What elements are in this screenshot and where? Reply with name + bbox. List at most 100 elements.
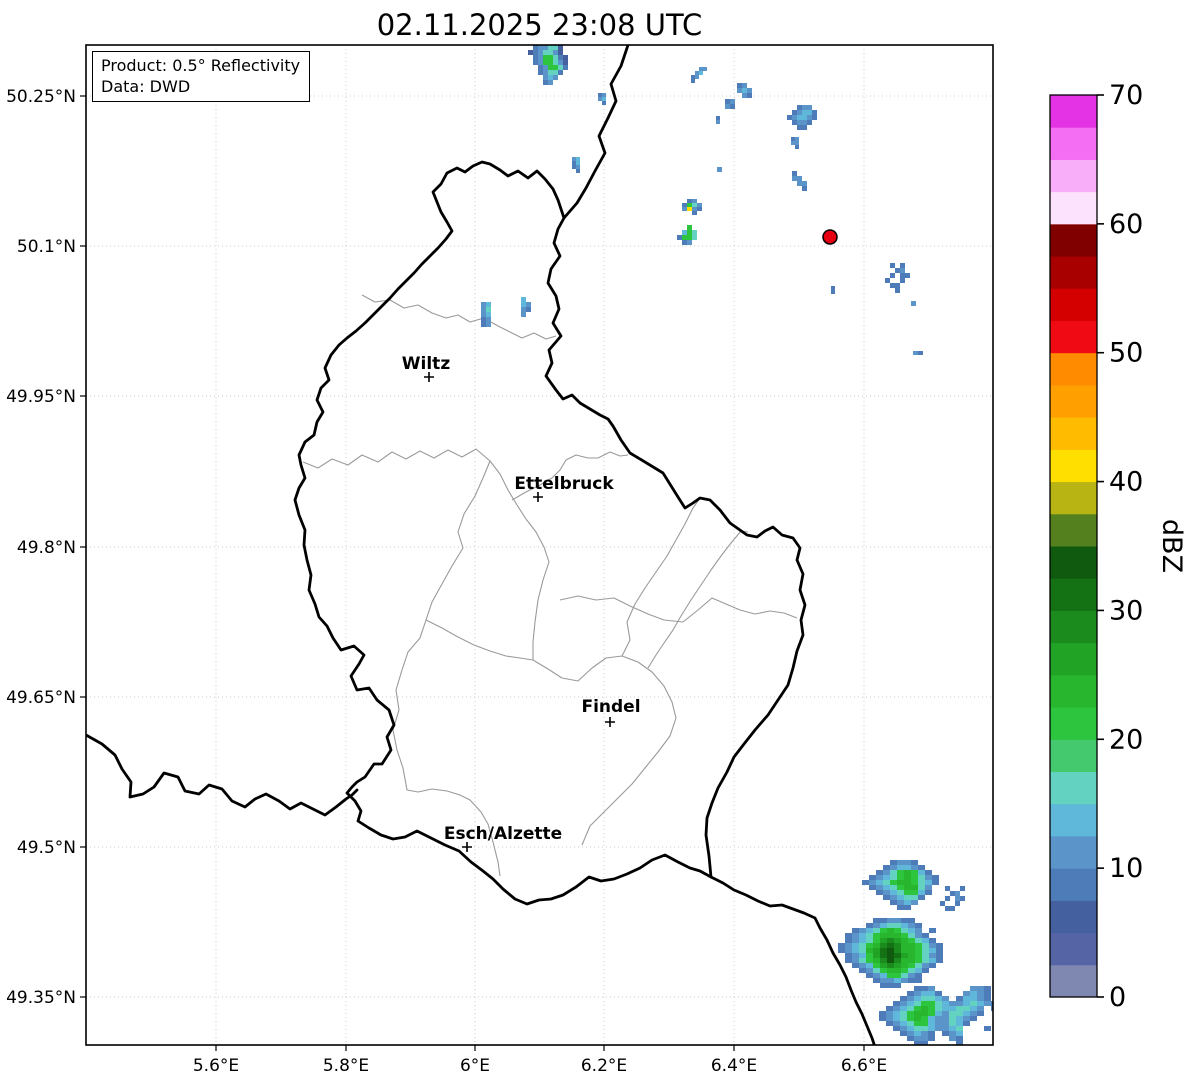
radar-echo-cell bbox=[598, 93, 602, 97]
radar-echo-cell bbox=[725, 99, 730, 104]
canton-border bbox=[621, 497, 701, 657]
colorbar-segment bbox=[1050, 320, 1097, 354]
radar-echo-cell bbox=[914, 1031, 921, 1036]
colorbar-segment bbox=[1050, 578, 1097, 611]
radar-echo-cell bbox=[893, 1001, 900, 1006]
radar-echo-cell bbox=[904, 865, 911, 870]
radar-echo-cell bbox=[960, 896, 965, 901]
radar-echo-cell bbox=[703, 67, 707, 71]
radar-echo-cell bbox=[873, 948, 880, 953]
radar-echo-cell bbox=[548, 50, 553, 55]
radar-echo-cell bbox=[918, 351, 923, 355]
radar-echo-cell bbox=[925, 870, 932, 875]
map-layer: Wiltz Ettelbruck Findel Esch/Alzette bbox=[86, 45, 993, 1045]
radar-echo-cell bbox=[807, 115, 812, 120]
radar-echo-cell bbox=[949, 1026, 956, 1031]
radar-echo-cell bbox=[486, 322, 491, 327]
radar-echo-cell bbox=[897, 875, 904, 880]
radar-echo-cell bbox=[963, 1021, 970, 1026]
radar-echo-cell bbox=[936, 948, 943, 953]
radar-echo-cell bbox=[928, 1031, 935, 1036]
radar-echo-cell bbox=[548, 80, 553, 85]
radar-echo-cell bbox=[543, 75, 548, 80]
radar-echo-cell bbox=[949, 1021, 956, 1026]
radar-echo-cell bbox=[935, 1001, 942, 1006]
radar-echo-cell bbox=[904, 880, 911, 885]
radar-echo-cell bbox=[942, 1016, 949, 1021]
radar-echo-cell bbox=[977, 991, 984, 996]
radar-echo-cell bbox=[963, 991, 970, 996]
radar-echo-cell bbox=[925, 890, 932, 895]
radar-echo-cell bbox=[866, 938, 873, 943]
radar-echo-cell bbox=[886, 1016, 893, 1021]
radar-echo-cell bbox=[908, 928, 915, 933]
radar-echo-cell bbox=[883, 875, 890, 880]
radar-echo-cell bbox=[963, 1001, 970, 1006]
radar-echo-cell bbox=[928, 986, 935, 991]
radar-echo bbox=[598, 93, 606, 105]
radar-echo-cell bbox=[911, 870, 918, 875]
radar-echo bbox=[725, 99, 735, 109]
radar-echo-cell bbox=[935, 1006, 942, 1011]
radar-echo-cell bbox=[901, 973, 908, 978]
radar-echo-cell bbox=[880, 938, 887, 943]
colorbar-tick-label: 70 bbox=[1109, 80, 1143, 111]
radar-echo-cell bbox=[895, 288, 900, 293]
radar-echo-cell bbox=[862, 880, 869, 885]
country-border bbox=[86, 733, 359, 817]
radar-echo-cell bbox=[918, 865, 925, 870]
radar-echo-cell bbox=[901, 943, 908, 948]
radar-echo bbox=[940, 886, 965, 911]
map-frame bbox=[85, 44, 994, 1046]
radar-echo-cell bbox=[955, 896, 960, 901]
radar-echo-cell bbox=[887, 968, 894, 973]
radar-echo-cell bbox=[481, 302, 486, 307]
radar-echo-cell bbox=[914, 996, 921, 1001]
radar-echo-cell bbox=[949, 1006, 956, 1011]
radar-echo-cell bbox=[886, 1006, 893, 1011]
radar-echo bbox=[677, 225, 697, 245]
city-label: Esch/Alzette bbox=[444, 824, 562, 844]
radar-echo-cell bbox=[915, 968, 922, 973]
colorbar-tick-label: 10 bbox=[1109, 853, 1143, 884]
radar-echo-cell bbox=[928, 1016, 935, 1021]
radar-echo-cell bbox=[970, 1001, 977, 1006]
radar-echo-cell bbox=[543, 65, 548, 70]
radar-echo-cell bbox=[897, 895, 904, 900]
x-tick-label: 5.6°E bbox=[193, 1056, 239, 1076]
radar-echo-cell bbox=[935, 991, 942, 996]
radar-echo-cell bbox=[956, 996, 963, 1001]
radar-echo-cell bbox=[883, 885, 890, 890]
x-tick-label: 6.6°E bbox=[841, 1056, 887, 1076]
radar-echo-cell bbox=[747, 93, 752, 98]
radar-echo-cell bbox=[866, 943, 873, 948]
radar-echo-cell bbox=[928, 1006, 935, 1011]
radar-echo-cell bbox=[956, 1006, 963, 1011]
radar-echo-cell bbox=[747, 88, 752, 93]
radar-echo-cell bbox=[883, 870, 890, 875]
radar-echo-cell bbox=[915, 928, 922, 933]
x-tick-label: 6.4°E bbox=[711, 1056, 757, 1076]
radar-echo-cell bbox=[797, 110, 802, 115]
radar-echo-cell bbox=[897, 870, 904, 875]
radar-echo-cell bbox=[481, 322, 486, 327]
radar-echo-cell bbox=[895, 268, 900, 273]
radar-echo-cell bbox=[717, 167, 722, 172]
radar-echo-cell bbox=[737, 88, 742, 93]
radar-echo-cell bbox=[880, 953, 887, 958]
radar-echo-cell bbox=[521, 307, 526, 312]
colorbar-segment bbox=[1050, 771, 1097, 805]
radar-echo-cell bbox=[942, 1006, 949, 1011]
radar-echo-cell bbox=[795, 145, 799, 149]
radar-echo-cell bbox=[911, 895, 918, 900]
radar-echo-cell bbox=[558, 55, 563, 60]
colorbar-segment bbox=[1050, 191, 1097, 225]
radar-echo-cell bbox=[879, 1016, 886, 1021]
radar-echo-cell bbox=[929, 963, 936, 968]
radar-echo-cell bbox=[876, 890, 883, 895]
radar-echo-cell bbox=[687, 225, 692, 230]
radar-echo-cell bbox=[887, 943, 894, 948]
radar-echo-cell bbox=[918, 890, 925, 895]
radar-echo-cell bbox=[852, 943, 859, 948]
radar-echo-cell bbox=[558, 60, 563, 65]
